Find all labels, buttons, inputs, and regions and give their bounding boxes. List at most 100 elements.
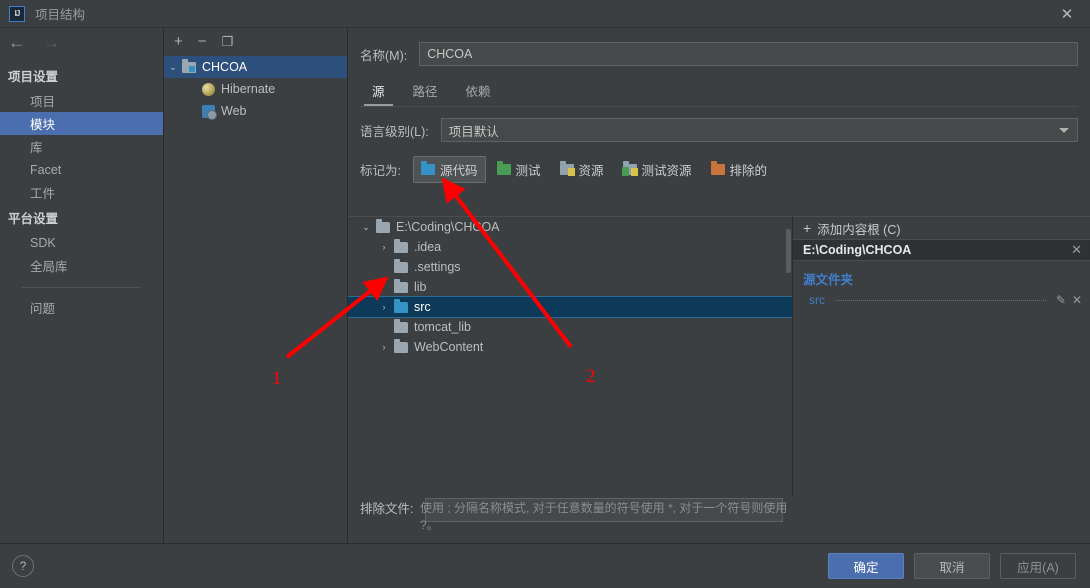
sources-folder-icon (420, 161, 435, 175)
tree-row-tomcat-lib[interactable]: tomcat_lib (348, 317, 792, 337)
back-arrow-icon[interactable]: ← (8, 34, 25, 51)
module-tree-row-web[interactable]: Web (164, 100, 347, 122)
content-root-tree: ⌄ E:\Coding\CHCOA › .idea .settings lib (348, 216, 793, 495)
sidebar-item-libraries[interactable]: 库 (0, 135, 163, 158)
footer-buttons: 确定 取消 应用(A) (828, 553, 1076, 579)
copy-module-icon[interactable]: ❐ (222, 35, 234, 48)
source-folder-row: src ✎ ✕ (793, 288, 1090, 307)
mark-as-tests-button[interactable]: 测试 (489, 156, 549, 183)
project-structure-dialog: IJ 项目结构 ✕ ← → 项目设置 项目 模块 库 Facet 工件 平台设置… (0, 0, 1090, 588)
window-title: 项目结构 (35, 8, 86, 22)
tree-row-label: lib (414, 280, 427, 294)
mark-button-label: 排除的 (729, 164, 768, 178)
tree-row-settings[interactable]: .settings (348, 257, 792, 277)
title-bar: IJ 项目结构 ✕ (0, 0, 1090, 28)
forward-arrow-icon[interactable]: → (43, 34, 60, 51)
sidebar-item-modules[interactable]: 模块 (0, 112, 163, 135)
chevron-down-icon[interactable] (1059, 128, 1069, 133)
tree-row-label: .settings (414, 260, 461, 274)
dotted-divider (835, 299, 1046, 301)
mark-button-label: 资源 (578, 164, 604, 178)
sidebar-group-platform-settings: 平台设置 SDK 全局库 (0, 204, 163, 277)
apply-button[interactable]: 应用(A) (1000, 553, 1076, 579)
tree-row-label: WebContent (414, 340, 484, 354)
sidebar-item-sdk[interactable]: SDK (0, 231, 163, 254)
module-tree: ⌄ CHCOA Hibernate Web (164, 56, 347, 122)
module-tree-label: CHCOA (202, 60, 248, 74)
mark-as-test-resources-button[interactable]: 测试资源 (615, 156, 700, 183)
folder-icon (376, 218, 390, 233)
chevron-right-icon[interactable]: › (374, 342, 394, 352)
mark-button-label: 测试 (515, 164, 541, 178)
chevron-down-icon[interactable]: ⌄ (356, 222, 376, 233)
tree-row-idea[interactable]: › .idea (348, 237, 792, 257)
remove-source-folder-icon[interactable]: ✕ (1072, 293, 1082, 307)
folder-icon (394, 238, 408, 253)
help-icon[interactable]: ? (12, 555, 34, 577)
resources-folder-icon (559, 161, 575, 176)
mark-as-sources-button[interactable]: 源代码 (412, 156, 486, 183)
add-content-root-button[interactable]: + 添加内容根 (C) (793, 217, 1090, 239)
chevron-right-icon[interactable]: › (374, 242, 394, 252)
module-tree-row-hibernate[interactable]: Hibernate (164, 78, 347, 100)
intellij-logo-icon: IJ (9, 5, 25, 22)
navigation-arrows: ← → (0, 28, 163, 56)
exclude-files-label: 排除文件: (360, 502, 414, 516)
tree-row-label: .idea (414, 240, 442, 254)
content-roots-pane: + 添加内容根 (C) E:\Coding\CHCOA ✕ 源文件夹 src ✎… (793, 216, 1090, 495)
folder-icon (394, 278, 408, 293)
cancel-button[interactable]: 取消 (914, 553, 990, 579)
web-icon (202, 104, 217, 120)
source-folders-label: 源文件夹 (803, 273, 854, 287)
chevron-down-icon[interactable]: ⌄ (164, 62, 182, 73)
language-level-row: 语言级别(L): 项目默认 (348, 107, 1090, 142)
mark-as-resources-button[interactable]: 资源 (552, 156, 612, 183)
language-level-select[interactable]: 项目默认 (440, 118, 1078, 142)
tests-folder-icon (496, 161, 511, 175)
folder-icon (394, 258, 408, 273)
ok-button[interactable]: 确定 (828, 553, 904, 579)
test-resources-folder-icon (621, 161, 638, 176)
tab-paths[interactable]: 路径 (401, 78, 450, 106)
dialog-footer: ? 确定 取消 应用(A) (0, 543, 1090, 588)
remove-module-icon[interactable]: − (198, 34, 207, 49)
tree-row-lib[interactable]: lib (348, 277, 792, 297)
tree-row-src[interactable]: › src (348, 296, 792, 318)
tree-row-label: tomcat_lib (414, 320, 471, 334)
module-toolbar: + − ❐ (164, 28, 347, 54)
module-name-input[interactable]: CHCOA (419, 42, 1078, 66)
annotation-number-2: 2 (586, 366, 596, 387)
content-split: ⌄ E:\Coding\CHCOA › .idea .settings lib (348, 216, 1090, 495)
tree-row-root[interactable]: ⌄ E:\Coding\CHCOA (348, 217, 792, 237)
module-name-row: 名称(M): CHCOA (348, 28, 1090, 66)
tree-row-webcontent[interactable]: › WebContent (348, 337, 792, 357)
tab-dependencies[interactable]: 依赖 (454, 78, 503, 106)
source-folder-name[interactable]: src (809, 293, 825, 307)
annotation-number-1: 1 (272, 368, 282, 389)
remove-content-root-icon[interactable]: ✕ (1071, 242, 1082, 258)
sidebar-item-facets[interactable]: Facet (0, 158, 163, 181)
edit-icon[interactable]: ✎ (1056, 293, 1066, 307)
module-list-panel: + − ❐ ⌄ CHCOA Hibernate Web (163, 28, 348, 543)
hibernate-icon (202, 82, 215, 96)
chevron-right-icon[interactable]: › (374, 302, 394, 312)
folder-icon (394, 338, 408, 353)
sidebar-item-global-libraries[interactable]: 全局库 (0, 254, 163, 277)
excluded-folder-icon (710, 161, 725, 175)
sidebar-divider (22, 287, 141, 288)
tree-scrollbar[interactable] (786, 229, 791, 273)
mark-as-excluded-button[interactable]: 排除的 (703, 156, 776, 183)
module-tree-row-chcoa[interactable]: ⌄ CHCOA (164, 56, 347, 78)
module-tree-label: Hibernate (221, 82, 276, 96)
close-icon[interactable]: ✕ (1044, 0, 1090, 28)
mark-button-label: 源代码 (439, 164, 478, 178)
sidebar-item-artifacts[interactable]: 工件 (0, 181, 163, 204)
add-module-icon[interactable]: + (174, 34, 183, 49)
tab-sources[interactable]: 源 (360, 78, 397, 106)
sidebar-item-problems[interactable]: 问题 (0, 296, 163, 319)
sidebar-group-header-platform: 平台设置 (8, 212, 59, 226)
exclude-files-hint: 使用 ; 分隔名称模式, 对于任意数量的符号使用 *, 对于一个符号则使用 ?。 (420, 501, 788, 533)
sidebar-item-project[interactable]: 项目 (0, 89, 163, 112)
sidebar-group-project-settings: 项目设置 项目 模块 库 Facet 工件 (0, 62, 163, 204)
mark-as-row: 标记为: 源代码 测试 资源 测试资源 排除的 (348, 142, 1090, 183)
